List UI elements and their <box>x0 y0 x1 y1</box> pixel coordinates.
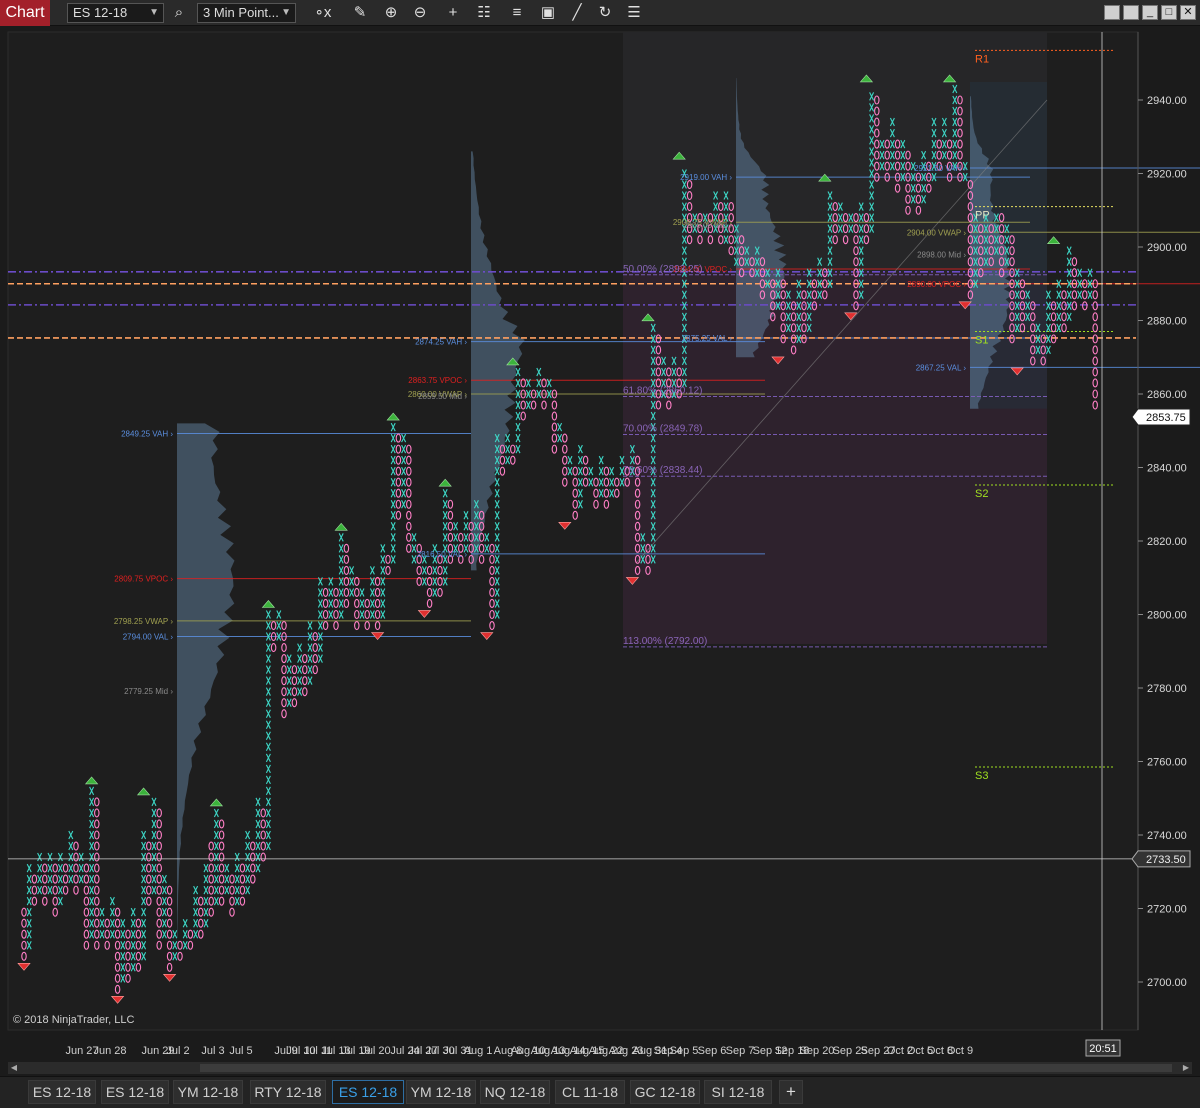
period-selector-value: 3 Min Point... <box>203 5 279 20</box>
time-tick-label: Jul 20 <box>361 1045 390 1057</box>
vpoc-label: 2890.00 VPOC › <box>907 280 966 289</box>
chart-tab[interactable]: YM 12-18 <box>173 1080 243 1104</box>
object-list-icon[interactable]: ☰ <box>623 3 645 23</box>
fibonacci-label: 50.00% (2893.25) <box>623 264 703 275</box>
time-tick-label: Sep 6 <box>698 1045 727 1057</box>
period-selector[interactable]: 3 Min Point... ▼ <box>197 3 296 23</box>
instrument-selector[interactable]: ES 12-18 ▼ <box>67 3 164 23</box>
mid-label: 2779.25 Mid › <box>124 687 173 696</box>
maximize-icon[interactable]: □ <box>1161 5 1177 20</box>
val-label: 2794.00 VAL › <box>123 633 174 642</box>
time-tick-label: Sep 7 <box>726 1045 755 1057</box>
time-tick-label: Sep 5 <box>670 1045 699 1057</box>
chart-tab-bar: ES 12-18 ES 12-18 YM 12-18 RTY 12-18 ES 12-1… <box>0 1076 1200 1108</box>
chart-tab[interactable]: YM 12-18 <box>406 1080 476 1104</box>
price-tick-label: 2740.00 <box>1147 830 1187 842</box>
pencil-icon[interactable]: ✎ <box>349 3 371 23</box>
close-icon[interactable]: ✕ <box>1180 5 1196 20</box>
crosshair-icon[interactable]: + <box>442 3 464 23</box>
chart-tab[interactable]: GC 12-18 <box>630 1080 700 1104</box>
chart-tab[interactable]: RTY 12-18 <box>250 1080 326 1104</box>
price-tick-label: 2940.00 <box>1147 95 1187 107</box>
chart-tab[interactable]: ES 12-18 <box>101 1080 169 1104</box>
price-tick-label: 2720.00 <box>1147 904 1187 916</box>
properties-icon[interactable]: ☷ <box>473 3 495 23</box>
time-tick-label: Jul 5 <box>229 1045 252 1057</box>
price-tick-label: 2920.00 <box>1147 169 1187 181</box>
mid-label: 2859.50 Mid › <box>418 392 467 401</box>
price-tick-label: 2840.00 <box>1147 463 1187 475</box>
price-tick-label: 2820.00 <box>1147 536 1187 548</box>
vah-label: 2874.25 VAH › <box>415 338 467 347</box>
mid-label: 2906.00 Mid › <box>683 221 732 230</box>
price-tick-label: 2760.00 <box>1147 757 1187 769</box>
chart-window-title: Chart <box>0 0 50 26</box>
vah-label: 2919.00 VAH › <box>680 173 732 182</box>
pivot-label: R1 <box>975 53 989 65</box>
reload-icon[interactable]: ↻ <box>594 3 616 23</box>
data-series-icon[interactable]: ∘x <box>312 3 334 23</box>
time-tick-label: Jun 28 <box>93 1045 126 1057</box>
pivot-label: PP <box>975 210 990 222</box>
search-icon[interactable]: ⌕ <box>168 3 190 23</box>
fibonacci-label: 70.00% (2849.78) <box>623 424 703 435</box>
vpoc-label: 2809.75 VPOC › <box>114 575 173 584</box>
price-tick-label: 2880.00 <box>1147 316 1187 328</box>
horizontal-scrollbar[interactable]: ◀ ▶ <box>8 1062 1192 1074</box>
chart-tab[interactable]: ES 12-18 <box>332 1080 404 1104</box>
time-tick-label: Sep 20 <box>800 1045 835 1057</box>
last-price-value: 2853.75 <box>1146 412 1186 424</box>
chart-tab[interactable]: CL 11-18 <box>555 1080 625 1104</box>
scroll-right-icon[interactable]: ▶ <box>1180 1062 1192 1074</box>
val-label: 2875.25 VAL › <box>682 334 733 343</box>
drawing-tools-icon[interactable]: ╱ <box>566 3 588 23</box>
instrument-selector-value: ES 12-18 <box>73 5 128 20</box>
time-tick-label: Jul 3 <box>201 1045 224 1057</box>
vah-label: 2921.50 VAH › <box>914 164 966 173</box>
copyright-text: © 2018 NinjaTrader, LLC <box>13 1014 134 1026</box>
chart-toolbar: Chart ES 12-18 ▼ ⌕ 3 Min Point... ▼ ∘x ✎… <box>0 0 1200 26</box>
minimize-all-icon[interactable] <box>1104 5 1120 20</box>
chart-tab[interactable]: NQ 12-18 <box>480 1080 550 1104</box>
vwap-label: 2798.25 VWAP › <box>114 617 173 626</box>
chart-tab[interactable]: ES 12-18 <box>28 1080 96 1104</box>
crosshair-time-value: 20:51 <box>1089 1043 1117 1055</box>
time-tick-label: Oct 9 <box>947 1045 973 1057</box>
val-label: 2816.50 VAL › <box>417 550 468 559</box>
fibonacci-label: 113.00% (2792.00) <box>623 636 707 647</box>
pivot-label: S2 <box>975 488 988 500</box>
price-tick-label: 2700.00 <box>1147 977 1187 989</box>
chart-tab[interactable]: SI 12-18 <box>704 1080 772 1104</box>
chevron-down-icon: ▼ <box>149 7 159 18</box>
price-tick-label: 2860.00 <box>1147 389 1187 401</box>
restore-icon[interactable] <box>1123 5 1139 20</box>
price-tick-label: 2780.00 <box>1147 683 1187 695</box>
vwap-label: 2904.00 VWAP › <box>907 228 966 237</box>
time-tick-label: Aug 1 <box>464 1045 493 1057</box>
fibonacci-label: 78.60% (2838.44) <box>623 465 703 476</box>
scroll-left-icon[interactable]: ◀ <box>8 1062 20 1074</box>
fibonacci-label: 61.80% (2860.12) <box>623 386 703 397</box>
chevron-down-icon: ▼ <box>281 7 291 18</box>
strategies-icon[interactable]: ≡ <box>506 3 528 23</box>
vah-label: 2849.25 VAH › <box>121 430 173 439</box>
price-tick-label: 2800.00 <box>1147 610 1187 622</box>
vpoc-label: 2863.75 VPOC › <box>408 376 467 385</box>
minimize-icon[interactable]: _ <box>1142 5 1158 20</box>
pivot-label: S1 <box>975 335 988 347</box>
pivot-label: S3 <box>975 770 988 782</box>
mid-label: 2898.00 Mid › <box>917 250 966 259</box>
time-tick-label: Jul 2 <box>166 1045 189 1057</box>
scrollbar-thumb[interactable] <box>200 1064 1172 1072</box>
add-tab-button[interactable]: + <box>779 1080 803 1104</box>
val-label: 2867.25 VAL › <box>916 363 967 372</box>
indicators-icon[interactable]: ▣ <box>537 3 559 23</box>
price-tick-label: 2900.00 <box>1147 242 1187 254</box>
price-chart[interactable]: 2849.25 VAH › 2809.75 VPOC › 2798.25 VWAP … <box>0 26 1200 1076</box>
zoom-in-icon[interactable]: ⊕ <box>380 3 402 23</box>
crosshair-price-value: 2733.50 <box>1146 854 1186 866</box>
zoom-out-icon[interactable]: ⊖ <box>409 3 431 23</box>
